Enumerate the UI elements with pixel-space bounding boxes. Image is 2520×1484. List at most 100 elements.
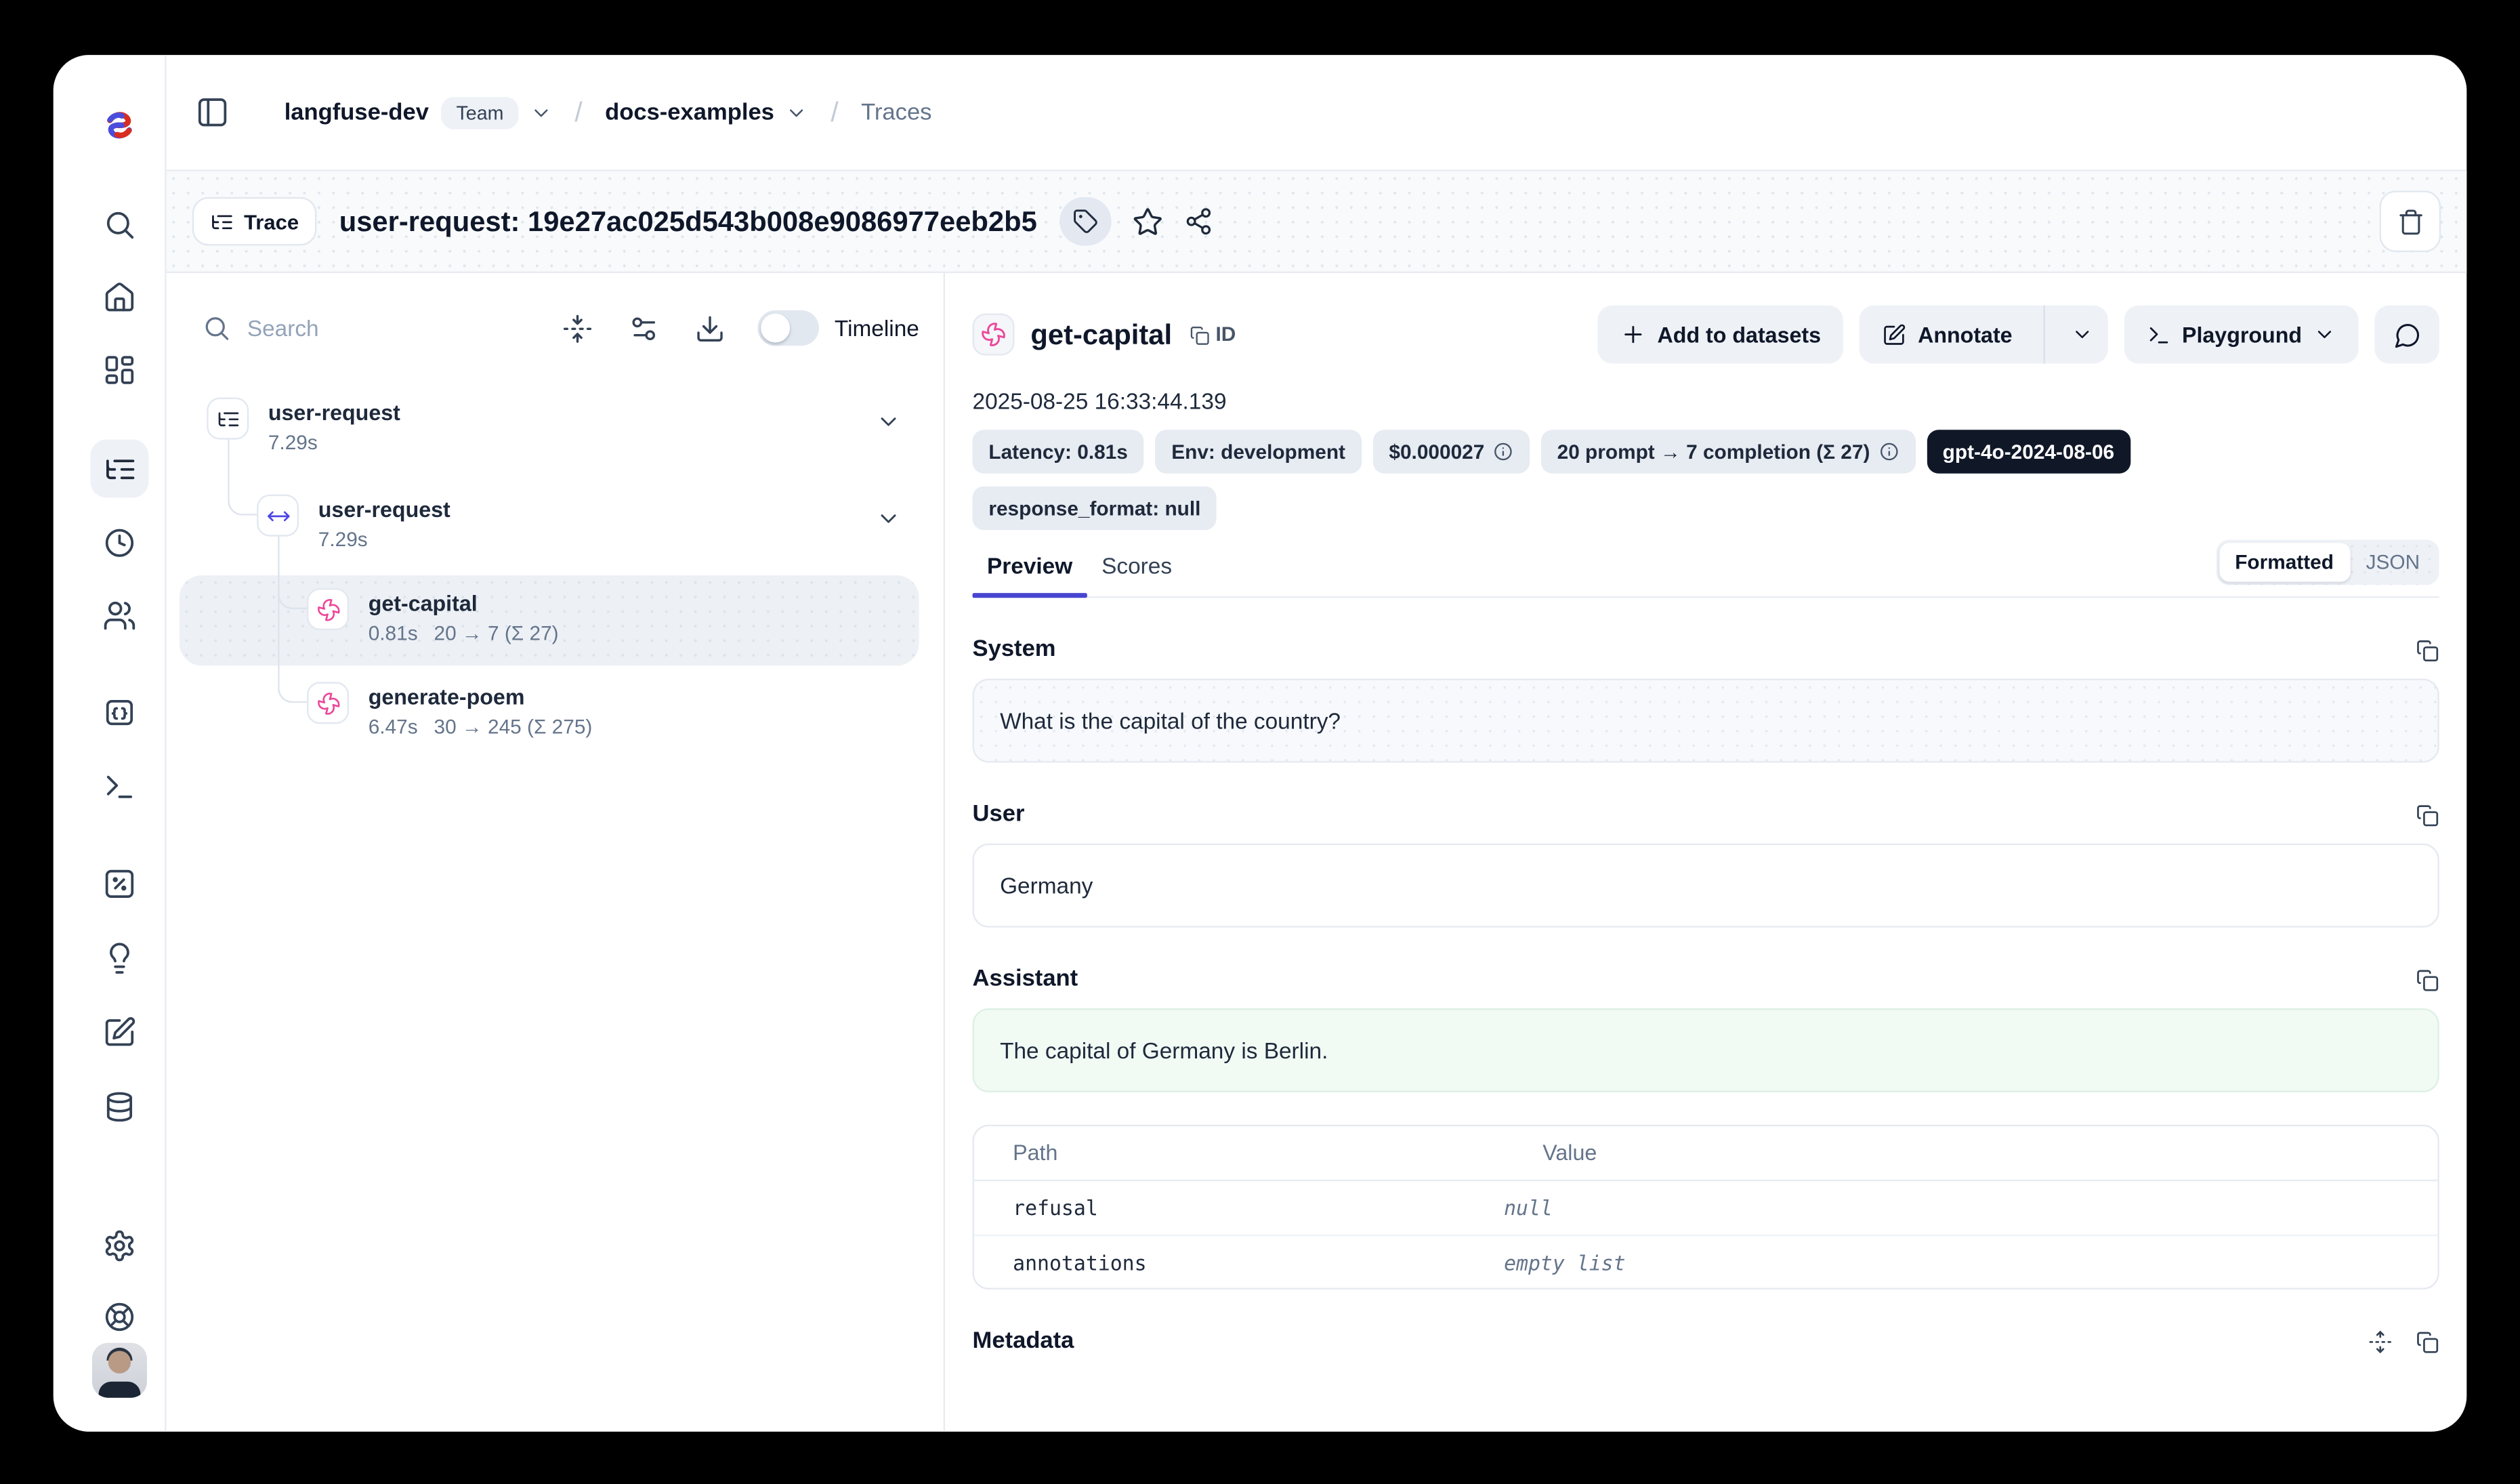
bookmark-star-button[interactable] <box>1133 206 1163 236</box>
response-format-badge: response_format: null <box>973 487 1217 530</box>
chevron-down-icon[interactable] <box>875 506 901 531</box>
output-path-table: Path Value refusal null annotations empt… <box>973 1125 2439 1290</box>
move-horizontal-icon <box>266 503 290 528</box>
chevron-down-icon[interactable] <box>530 101 552 123</box>
tabs-row: Preview Scores Formatted JSON <box>973 553 2439 598</box>
breadcrumb-environment[interactable]: docs-examples <box>605 100 774 125</box>
users-icon[interactable] <box>102 598 136 632</box>
tree-node-generation-selected[interactable]: get-capital 0.81s 20 → 7 (Σ 27) <box>180 575 919 666</box>
sidebar-toggle-icon[interactable] <box>196 96 230 129</box>
table-row[interactable]: refusal null <box>974 1181 2437 1235</box>
add-to-datasets-button[interactable]: Add to datasets <box>1597 306 1843 364</box>
annotate-label: Annotate <box>1918 323 2013 347</box>
org-logo-icon[interactable] <box>100 106 139 152</box>
lightbulb-icon[interactable] <box>102 941 136 975</box>
view-json[interactable]: JSON <box>2350 543 2436 581</box>
user-message-box: Germany <box>973 844 2439 928</box>
copy-user-button[interactable] <box>2415 802 2439 827</box>
support-lifebuoy-icon[interactable] <box>102 1300 136 1334</box>
tree-node-generation[interactable]: generate-poem 6.47s 30 → 245 (Σ 275) <box>167 672 944 756</box>
app-window: langfuse-dev Team / docs-examples / Trac… <box>54 55 2467 1432</box>
node-duration: 0.81s <box>369 619 418 649</box>
pen-square-icon <box>1883 323 1907 347</box>
tags-button[interactable] <box>1059 197 1111 246</box>
tree-search-input[interactable] <box>247 315 526 341</box>
search-nav-icon[interactable] <box>102 207 136 241</box>
info-icon <box>1878 441 1899 462</box>
tree-node-trace[interactable]: user-request 7.29s <box>167 388 944 472</box>
download-icon[interactable] <box>694 312 724 343</box>
copy-id-button[interactable]: ID <box>1188 323 1236 346</box>
node-duration: 7.29s <box>268 428 318 459</box>
comments-button[interactable] <box>2374 306 2439 364</box>
observation-badges: Latency: 0.81s Env: development $0.00002… <box>973 430 2439 473</box>
copy-metadata-button[interactable] <box>2415 1329 2439 1353</box>
table-row[interactable]: annotations empty list <box>974 1235 2437 1288</box>
playground-terminal-icon[interactable] <box>102 770 136 804</box>
chevron-down-icon[interactable] <box>786 101 808 123</box>
breadcrumb-separator: / <box>831 96 838 129</box>
span-node-chip <box>257 495 299 537</box>
generation-node-chip <box>307 682 349 724</box>
add-to-datasets-label: Add to datasets <box>1658 323 1821 347</box>
observation-header: get-capital ID Add to datasets <box>973 306 2439 364</box>
tokens-badge[interactable]: 20 prompt → 7 completion (Σ 27) <box>1541 430 1915 473</box>
prompts-file-icon[interactable] <box>102 696 136 730</box>
tab-scores[interactable]: Scores <box>1087 553 1187 596</box>
node-duration: 7.29s <box>318 525 368 556</box>
node-tokens: 20 → 7 (Σ 27) <box>434 619 558 649</box>
view-formatted[interactable]: Formatted <box>2219 543 2349 581</box>
datasets-database-icon[interactable] <box>102 1090 136 1124</box>
toggle-knob <box>760 314 789 343</box>
content-row: Timeline user-request 7.29s <box>167 273 2467 1432</box>
trace-chip-label: Trace <box>244 209 299 234</box>
collapse-all-icon[interactable] <box>562 312 592 343</box>
annotate-dropdown-button[interactable] <box>2056 306 2107 364</box>
display-settings-icon[interactable] <box>628 312 658 343</box>
trace-title-bar: Trace user-request: 19e27ac025d543b008e9… <box>167 171 2467 273</box>
breadcrumb-page[interactable]: Traces <box>861 100 931 125</box>
share-button[interactable] <box>1184 207 1213 236</box>
dashboards-icon[interactable] <box>102 353 136 387</box>
user-avatar[interactable] <box>92 1343 147 1398</box>
copy-icon <box>1188 324 1209 345</box>
screen: langfuse-dev Team / docs-examples / Trac… <box>0 0 2520 1484</box>
tab-preview[interactable]: Preview <box>973 553 1087 596</box>
node-duration: 6.47s <box>369 713 418 743</box>
home-icon[interactable] <box>102 281 136 314</box>
copy-icon <box>2415 638 2439 662</box>
copy-icon <box>2415 967 2439 991</box>
chevron-down-icon[interactable] <box>875 409 901 434</box>
annotate-button[interactable]: Annotate <box>1860 306 2032 364</box>
tracing-nav-active[interactable] <box>91 440 149 498</box>
timeline-toggle[interactable] <box>757 310 818 346</box>
table-header-row: Path Value <box>974 1126 2437 1181</box>
settings-gear-icon[interactable] <box>102 1229 136 1262</box>
trace-node-chip <box>207 398 249 440</box>
tree-node-span[interactable]: user-request 7.29s <box>167 485 944 569</box>
copy-assistant-button[interactable] <box>2415 967 2439 991</box>
expand-metadata-button[interactable] <box>2368 1329 2393 1353</box>
breadcrumb-separator: / <box>574 96 582 129</box>
tokens-value: 20 prompt → 7 completion (Σ 27) <box>1557 440 1870 463</box>
annotation-pen-icon[interactable] <box>102 1016 136 1050</box>
system-message-text: What is the capital of the country? <box>1000 707 1341 733</box>
copy-icon <box>2415 802 2439 827</box>
sessions-clock-icon[interactable] <box>102 526 136 560</box>
delete-trace-button[interactable] <box>2380 190 2441 252</box>
evaluations-percent-icon[interactable] <box>102 867 136 901</box>
breadcrumb-project[interactable]: langfuse-dev <box>285 100 429 125</box>
metadata-actions <box>2368 1329 2439 1353</box>
metadata-label: Metadata <box>973 1328 1074 1354</box>
table-cell-value: null <box>1504 1196 2437 1220</box>
playground-button[interactable]: Playground <box>2124 306 2358 364</box>
node-name: get-capital <box>369 588 559 619</box>
unfold-vertical-icon <box>2368 1329 2393 1353</box>
cost-badge[interactable]: $0.000027 <box>1373 430 1530 473</box>
observation-timestamp: 2025-08-25 16:33:44.139 <box>973 388 2439 413</box>
model-badge[interactable]: gpt-4o-2024-08-06 <box>1927 430 2130 473</box>
copy-system-button[interactable] <box>2415 638 2439 662</box>
user-label: User <box>973 802 1025 827</box>
trace-tree-panel: Timeline user-request 7.29s <box>167 273 945 1432</box>
table-header-path: Path <box>974 1141 1504 1166</box>
